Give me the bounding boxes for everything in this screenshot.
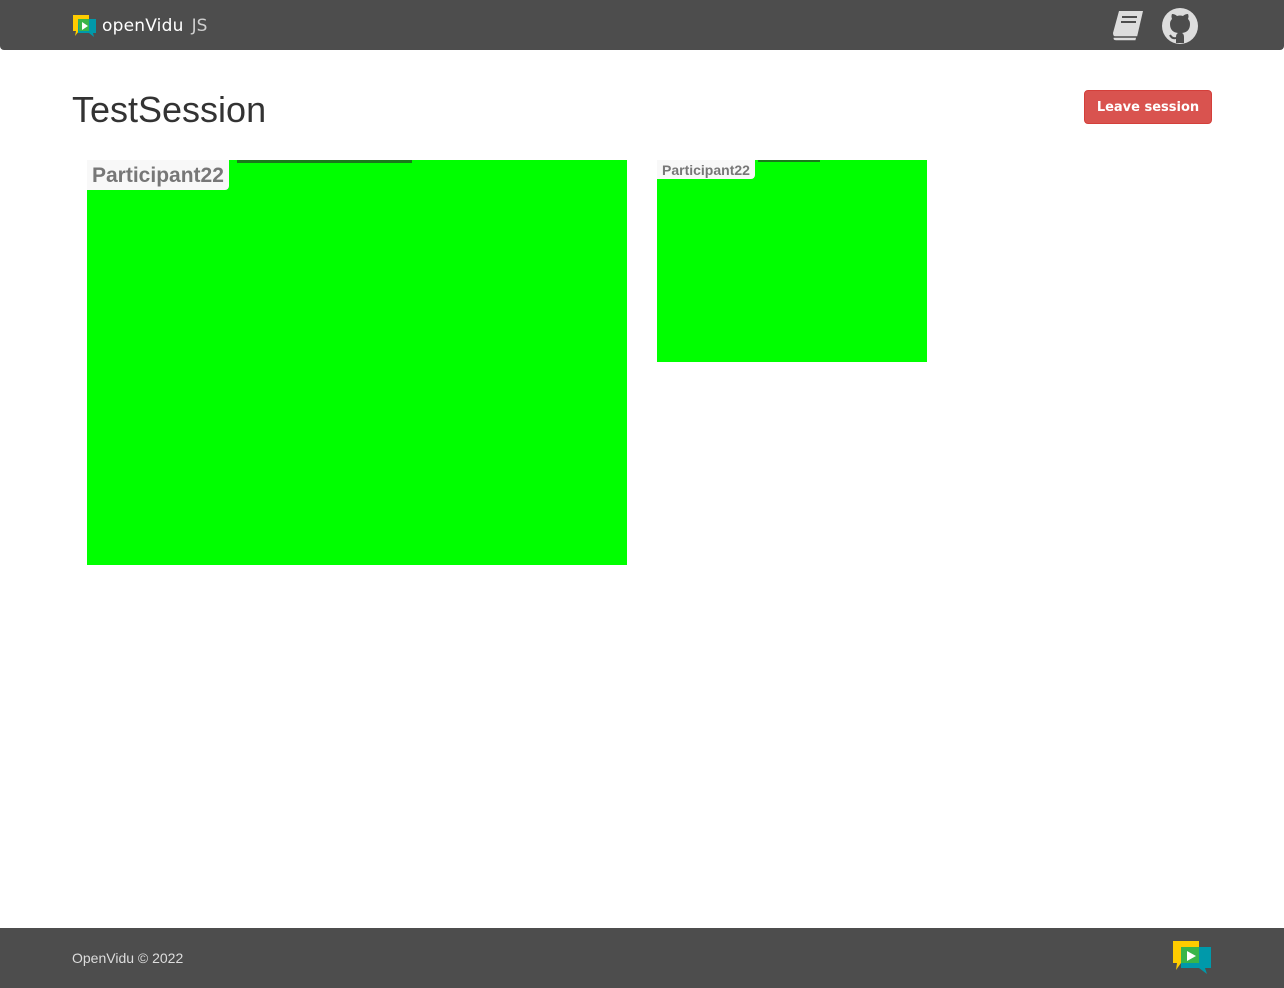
leave-session-button[interactable]: Leave session [1084, 90, 1212, 124]
video-artifact [237, 160, 412, 163]
brand-name: openVidu [102, 16, 184, 36]
footer: OpenVidu © 2022 [0, 928, 1284, 988]
session-title: TestSession [72, 89, 267, 130]
participant-video-thumbnail[interactable]: Participant22 [657, 160, 927, 362]
openvidu-logo-icon [73, 15, 96, 37]
video-artifact [758, 160, 820, 162]
github-icon[interactable] [1161, 7, 1199, 45]
copyright-text: OpenVidu © 2022 [72, 950, 184, 966]
openvidu-logo-icon[interactable] [1172, 940, 1212, 974]
brand-suffix: JS [191, 16, 208, 36]
participant-name-tag: Participant22 [87, 160, 229, 190]
brand-link[interactable]: openVidu JS [72, 14, 207, 38]
docs-book-icon[interactable] [1109, 7, 1147, 45]
participant-name-tag: Participant22 [657, 160, 755, 179]
main-video[interactable]: Participant22 [87, 160, 627, 565]
navbar: openVidu JS [0, 0, 1284, 50]
